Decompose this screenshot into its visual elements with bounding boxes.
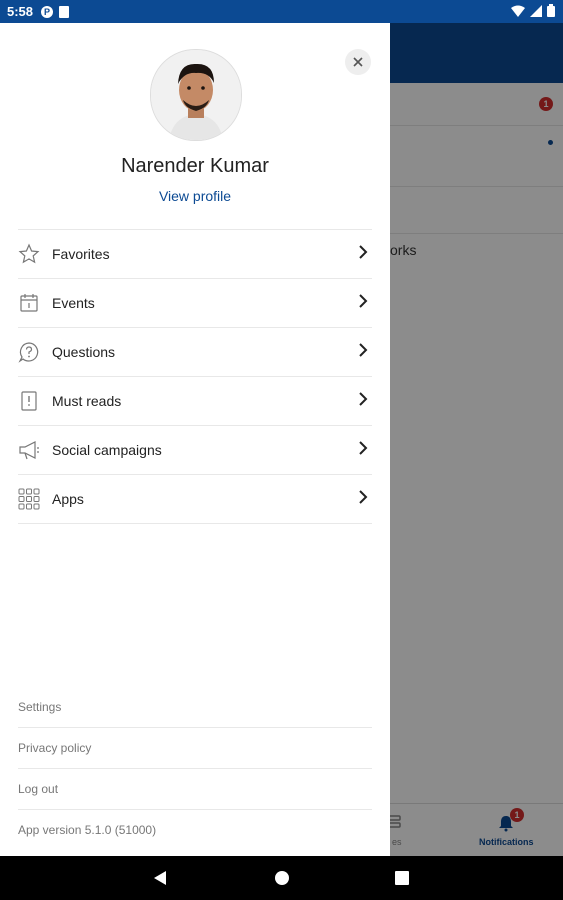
avatar[interactable]	[150, 49, 242, 141]
notification-status-icon: P	[41, 5, 54, 18]
profile-photo	[151, 50, 241, 140]
menu-item-label: Favorites	[52, 246, 110, 262]
settings-link[interactable]: Settings	[18, 687, 372, 728]
back-icon[interactable]	[153, 870, 167, 886]
megaphone-icon	[18, 439, 40, 461]
close-drawer-button[interactable]	[345, 49, 371, 75]
menu-item-questions[interactable]: Questions	[18, 328, 372, 377]
menu-item-apps[interactable]: Apps	[18, 475, 372, 524]
battery-icon	[547, 4, 555, 17]
menu-item-social-campaigns[interactable]: Social campaigns	[18, 426, 372, 475]
calendar-icon	[18, 292, 40, 314]
system-navigation-bar	[0, 856, 563, 900]
signal-icon	[530, 4, 542, 17]
chevron-right-icon	[359, 392, 368, 406]
home-icon[interactable]	[274, 870, 290, 886]
menu-item-favorites[interactable]: Favorites	[18, 230, 372, 279]
star-icon	[18, 243, 40, 265]
menu-item-label: Apps	[52, 491, 84, 507]
status-time: 5:58	[7, 4, 34, 19]
recents-icon[interactable]	[395, 871, 409, 885]
must-read-icon	[18, 390, 40, 412]
menu-item-label: Questions	[52, 344, 116, 360]
question-icon	[18, 341, 40, 363]
chevron-right-icon	[359, 294, 368, 308]
close-icon	[353, 57, 363, 67]
drawer-menu: Favorites Events Questions Must reads So…	[18, 229, 372, 524]
chevron-right-icon	[359, 441, 368, 455]
menu-item-label: Events	[52, 295, 95, 311]
navigation-drawer: Narender Kumar View profile Favorites Ev…	[0, 23, 390, 856]
sd-card-icon	[59, 5, 70, 18]
user-name: Narender Kumar	[121, 155, 269, 177]
chevron-right-icon	[359, 490, 368, 504]
menu-item-label: Social campaigns	[52, 442, 162, 458]
menu-item-must-reads[interactable]: Must reads	[18, 377, 372, 426]
chevron-right-icon	[359, 343, 368, 357]
status-bar: 5:58 P	[0, 0, 563, 23]
menu-item-label: Must reads	[52, 393, 122, 409]
apps-grid-icon	[18, 488, 40, 510]
app-version-text: App version 5.1.0 (51000)	[18, 823, 157, 837]
menu-item-events[interactable]: Events	[18, 279, 372, 328]
privacy-policy-link[interactable]: Privacy policy	[18, 728, 372, 769]
view-profile-link[interactable]: View profile	[0, 188, 390, 204]
drawer-footer: Settings Privacy policy Log out App vers…	[18, 687, 372, 850]
chevron-right-icon	[359, 245, 368, 259]
log-out-link[interactable]: Log out	[18, 769, 372, 810]
wifi-icon	[511, 5, 525, 17]
